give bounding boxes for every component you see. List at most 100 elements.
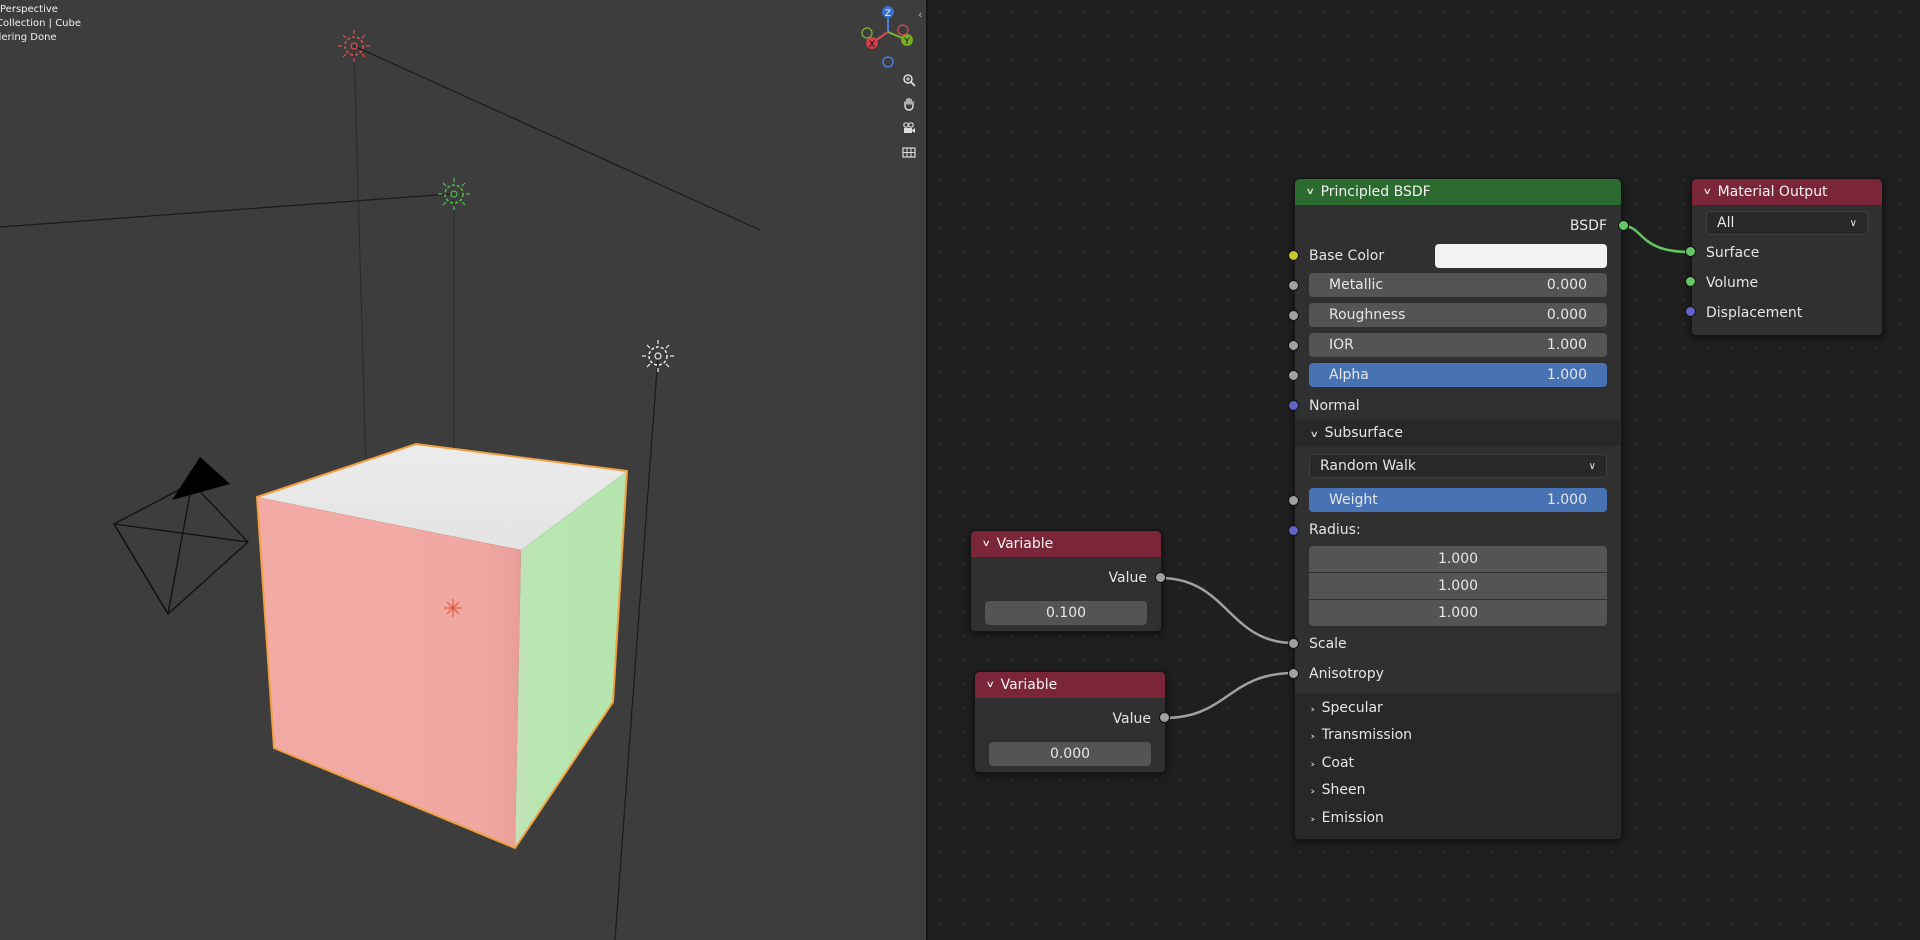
- ior-value: 1.000: [1546, 337, 1587, 353]
- viewport-scene[interactable]: [0, 0, 926, 940]
- collapse-chevron-icon[interactable]: ∨: [982, 539, 991, 549]
- coat-label: Coat: [1321, 755, 1355, 771]
- metallic-value: 0.000: [1546, 277, 1587, 293]
- material-output-node[interactable]: ∨ Material Output All ∨ Surface Volume Di…: [1691, 178, 1883, 336]
- shader-node-editor[interactable]: ∨ Principled BSDF BSDF Base Color Metall…: [928, 0, 1920, 940]
- roughness-socket[interactable]: [1288, 310, 1299, 321]
- transmission-label: Transmission: [1321, 727, 1413, 743]
- collapse-chevron-icon[interactable]: ∨: [986, 680, 995, 690]
- expand-chevron-icon: ∨: [1309, 430, 1319, 440]
- bsdf-output-label: BSDF: [1569, 218, 1607, 234]
- radius-y-field[interactable]: 1.000: [1309, 573, 1607, 599]
- subsurface-panel-header[interactable]: ∨ Subsurface: [1295, 420, 1621, 446]
- roughness-value: 0.000: [1546, 307, 1587, 323]
- value-output-label: Value: [1112, 711, 1151, 727]
- emission-panel-header[interactable]: › Emission: [1295, 805, 1621, 831]
- gizmo-y-label: Y: [903, 37, 910, 47]
- output-target-dropdown[interactable]: All ∨: [1706, 211, 1868, 235]
- ior-field[interactable]: IOR 1.000: [1309, 333, 1607, 357]
- displacement-input-socket[interactable]: [1685, 306, 1696, 317]
- principled-bsdf-node[interactable]: ∨ Principled BSDF BSDF Base Color Metall…: [1294, 178, 1622, 840]
- radius-z-field[interactable]: 1.000: [1309, 600, 1607, 626]
- weight-label: Weight: [1329, 492, 1378, 508]
- variable-node-2[interactable]: ∨ Variable Value 0.000: [974, 671, 1166, 773]
- node-title: Material Output: [1717, 184, 1828, 200]
- output-target-value: All: [1717, 215, 1735, 231]
- radius-label: Radius:: [1309, 522, 1361, 538]
- hand-pan-icon[interactable]: [899, 94, 919, 114]
- ior-label: IOR: [1329, 337, 1354, 353]
- collapse-chevron-icon[interactable]: ∨: [1703, 187, 1712, 197]
- zoom-icon[interactable]: [899, 70, 919, 90]
- roughness-label: Roughness: [1329, 307, 1406, 323]
- variable-2-value-field[interactable]: 0.000: [989, 742, 1151, 766]
- variable-1-output-socket[interactable]: [1155, 572, 1166, 583]
- variable-node-1-header[interactable]: ∨ Variable: [971, 531, 1161, 557]
- variable-2-output-socket[interactable]: [1159, 712, 1170, 723]
- metallic-socket[interactable]: [1288, 280, 1299, 291]
- principled-bsdf-header[interactable]: ∨ Principled BSDF: [1295, 179, 1621, 205]
- navigation-gizmo[interactable]: Z Y X: [855, 2, 925, 72]
- subsurface-method-dropdown[interactable]: Random Walk ∨: [1309, 454, 1607, 478]
- collapse-chevron-icon[interactable]: ∨: [1306, 187, 1315, 197]
- node-title: Variable: [1000, 677, 1058, 693]
- sheen-label: Sheen: [1321, 782, 1366, 798]
- specular-label: Specular: [1321, 700, 1383, 716]
- volume-input-socket[interactable]: [1685, 276, 1696, 287]
- surface-label: Surface: [1706, 245, 1760, 261]
- ior-socket[interactable]: [1288, 340, 1299, 351]
- variable-1-value-field[interactable]: 0.100: [985, 601, 1147, 625]
- specular-panel-header[interactable]: › Specular: [1295, 695, 1621, 721]
- bsdf-output-socket[interactable]: [1618, 220, 1629, 231]
- alpha-field[interactable]: Alpha 1.000: [1309, 363, 1607, 387]
- alpha-socket[interactable]: [1288, 370, 1299, 381]
- emission-label: Emission: [1321, 810, 1384, 826]
- variable-node-2-header[interactable]: ∨ Variable: [975, 672, 1165, 698]
- subsurface-method-value: Random Walk: [1320, 458, 1416, 474]
- weight-field[interactable]: Weight 1.000: [1309, 488, 1607, 512]
- radius-socket[interactable]: [1288, 525, 1299, 536]
- gizmo-z-label: Z: [885, 9, 891, 19]
- camera-icon[interactable]: [899, 118, 919, 138]
- alpha-label: Alpha: [1329, 367, 1369, 383]
- volume-label: Volume: [1706, 275, 1759, 291]
- metallic-label: Metallic: [1329, 277, 1384, 293]
- sheen-panel-header[interactable]: › Sheen: [1295, 777, 1621, 803]
- base-color-swatch[interactable]: [1435, 244, 1607, 268]
- variable-node-1[interactable]: ∨ Variable Value 0.100: [970, 530, 1162, 632]
- 3d-viewport[interactable]: Perspective Collection | Cube dering Don…: [0, 0, 926, 940]
- value-output-label: Value: [1108, 570, 1147, 586]
- subsurface-label: Subsurface: [1324, 425, 1403, 441]
- normal-socket[interactable]: [1288, 400, 1299, 411]
- cube-object[interactable]: [255, 442, 629, 850]
- render-status-label: dering Done: [0, 32, 57, 43]
- collection-label: Collection | Cube: [0, 18, 82, 29]
- scale-label: Scale: [1309, 636, 1347, 652]
- dropdown-chevron-icon: ∨: [1849, 217, 1857, 229]
- metallic-field[interactable]: Metallic 0.000: [1309, 273, 1607, 297]
- displacement-label: Displacement: [1706, 305, 1803, 321]
- node-title: Principled BSDF: [1320, 184, 1431, 200]
- scale-socket[interactable]: [1288, 638, 1299, 649]
- weight-socket[interactable]: [1288, 495, 1299, 506]
- camera-object-icon[interactable]: [113, 457, 249, 616]
- transmission-panel-header[interactable]: › Transmission: [1295, 722, 1621, 748]
- view-mode-label: Perspective: [0, 4, 58, 15]
- alpha-value: 1.000: [1546, 367, 1587, 383]
- surface-input-socket[interactable]: [1685, 246, 1696, 257]
- coat-panel-header[interactable]: › Coat: [1295, 750, 1621, 776]
- dropdown-chevron-icon: ∨: [1588, 460, 1596, 472]
- grid-icon[interactable]: [899, 142, 919, 162]
- sidebar-toggle-icon[interactable]: ‹: [918, 8, 922, 21]
- gizmo-x-label: X: [869, 40, 875, 50]
- roughness-field[interactable]: Roughness 0.000: [1309, 303, 1607, 327]
- base-color-socket[interactable]: [1288, 250, 1299, 261]
- anisotropy-socket[interactable]: [1288, 668, 1299, 679]
- weight-value: 1.000: [1546, 492, 1587, 508]
- material-output-header[interactable]: ∨ Material Output: [1692, 179, 1882, 205]
- radius-x-field[interactable]: 1.000: [1309, 546, 1607, 572]
- normal-label: Normal: [1309, 398, 1360, 414]
- base-color-label: Base Color: [1309, 248, 1385, 264]
- anisotropy-label: Anisotropy: [1309, 666, 1384, 682]
- node-title: Variable: [996, 536, 1054, 552]
